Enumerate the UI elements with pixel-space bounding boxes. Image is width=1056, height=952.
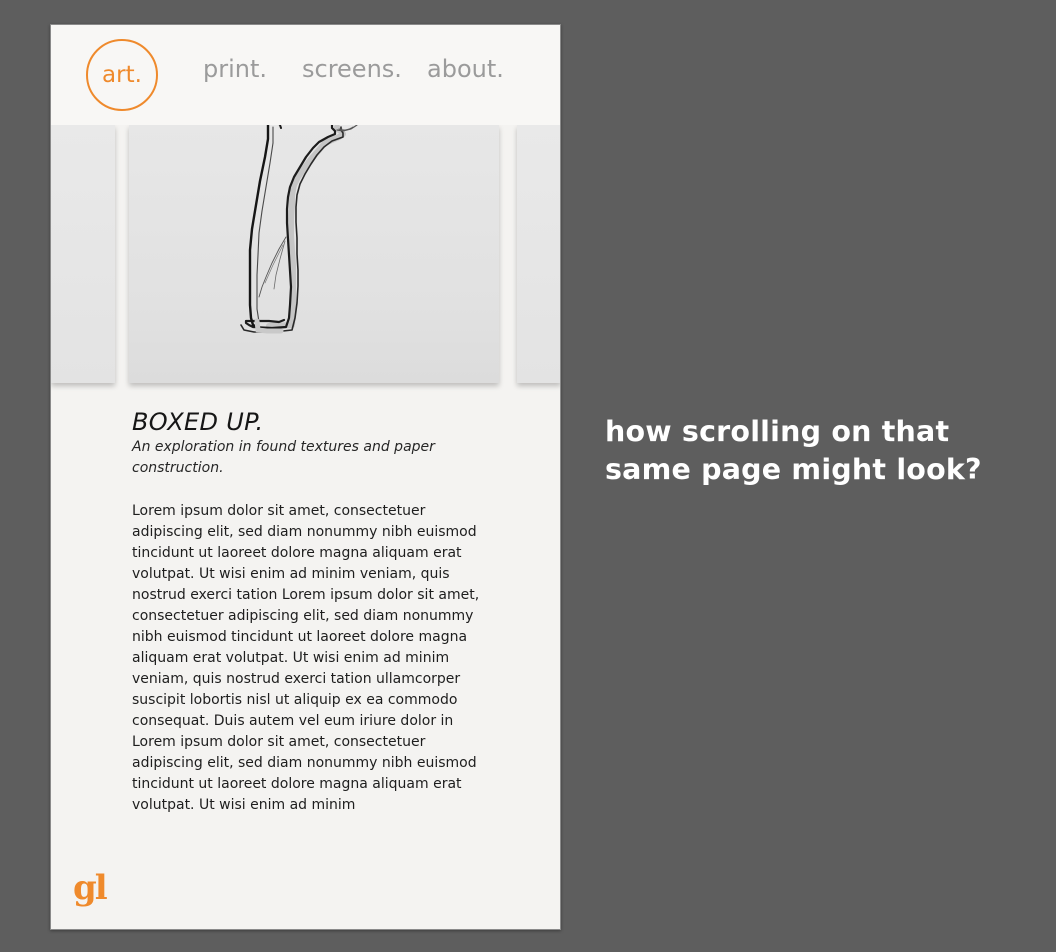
gl-footer-logo[interactable]: gl xyxy=(73,868,108,908)
carousel-slide-current[interactable] xyxy=(129,125,499,383)
article-content: BOXED UP. An exploration in found textur… xyxy=(132,407,500,816)
nav-link-about[interactable]: about. xyxy=(427,55,504,83)
carousel-slide-previous[interactable] xyxy=(51,125,115,383)
article-title: BOXED UP. xyxy=(132,408,264,436)
top-navigation: art. print. screens. about. xyxy=(51,25,560,125)
nav-link-print[interactable]: print. xyxy=(203,55,267,83)
wire-sculpture-photo xyxy=(240,125,358,334)
article-subtitle: An exploration in found textures and pap… xyxy=(132,439,435,476)
image-carousel[interactable] xyxy=(51,125,560,387)
article-body: Lorem ipsum dolor sit amet, consectetuer… xyxy=(132,503,480,813)
art-logo-button[interactable]: art. xyxy=(86,39,158,111)
carousel-slide-next[interactable] xyxy=(517,125,560,383)
annotation-caption: how scrolling on that same page might lo… xyxy=(605,415,982,486)
phone-mockup: art. print. screens. about. BOXED UP. An… xyxy=(50,24,561,930)
nav-link-screens[interactable]: screens. xyxy=(302,55,402,83)
